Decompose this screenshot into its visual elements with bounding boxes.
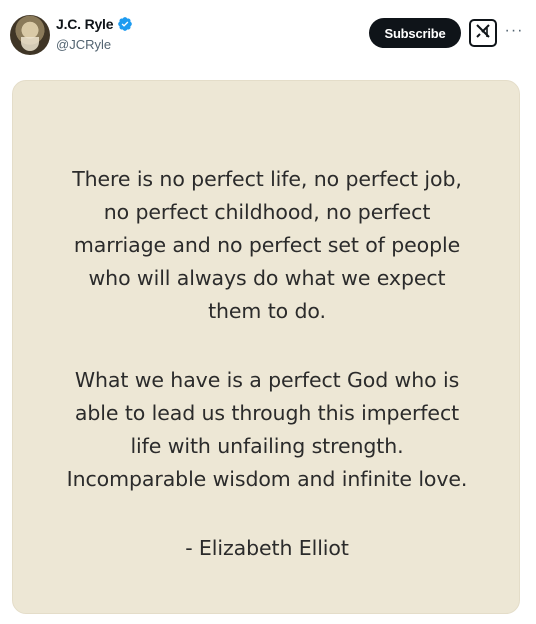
quote-line: What we have is a perfect God who is (74, 368, 460, 392)
quote-line: able to lead us through this imperfect (74, 401, 460, 425)
quote-line: who will always do what we expect (88, 266, 446, 290)
subscribe-button[interactable]: Subscribe (369, 18, 461, 48)
grok-icon (474, 22, 492, 45)
quote-attribution: - Elizabeth Elliot (185, 536, 349, 560)
quote-line: There is no perfect life, no perfect job… (72, 167, 462, 191)
quote-line: them to do. (208, 299, 326, 323)
post-header: J.C. Ryle @JCRyle Subscribe ··· (0, 0, 536, 70)
author-name[interactable]: J.C. Ryle (56, 16, 133, 32)
avatar-portrait (21, 37, 39, 51)
quote-line: marriage and no perfect set of people (73, 233, 461, 257)
quote-line: life with unfailing strength. (130, 434, 404, 458)
quote-image[interactable]: There is no perfect life, no perfect job… (12, 80, 520, 614)
author-name-text[interactable]: J.C. Ryle (56, 16, 114, 32)
quote-text: There is no perfect life, no perfect job… (13, 163, 521, 565)
quote-line: Incomparable wisdom and infinite love. (66, 467, 468, 491)
grok-button[interactable] (469, 19, 497, 47)
avatar[interactable] (10, 15, 50, 55)
more-options-button[interactable]: ··· (503, 20, 525, 42)
more-horizontal-icon: ··· (504, 22, 524, 39)
quote-line: no perfect childhood, no perfect (103, 200, 431, 224)
verified-badge-icon (117, 16, 133, 32)
author-handle[interactable]: @JCRyle (56, 37, 111, 52)
